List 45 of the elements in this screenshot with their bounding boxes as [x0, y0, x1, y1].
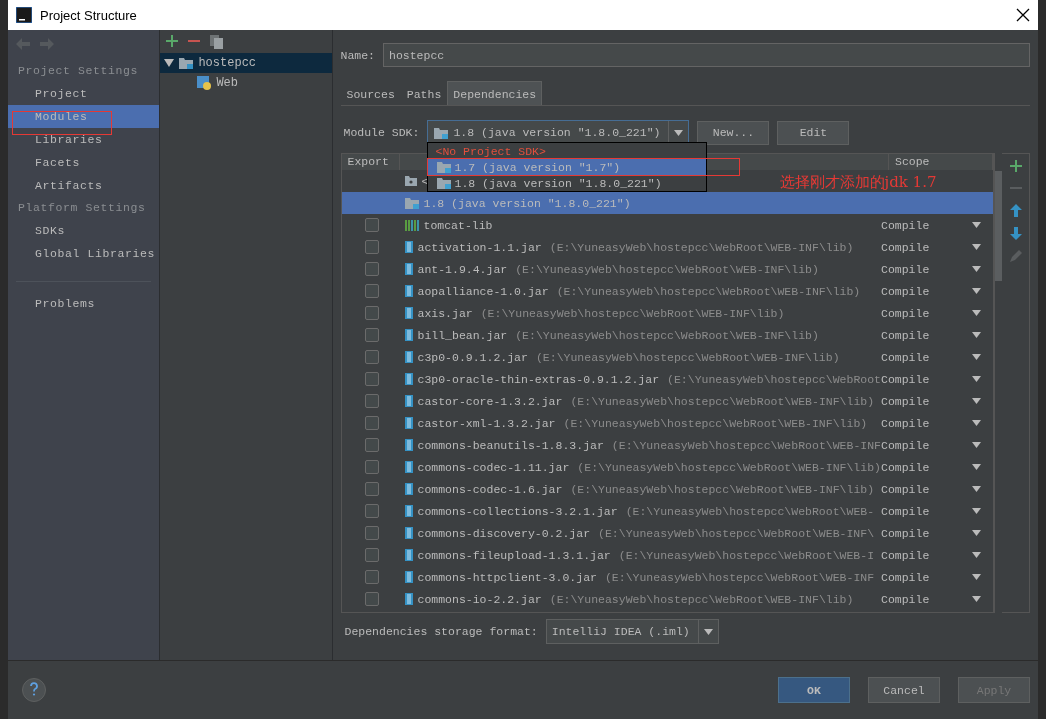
- dependency-name: bill_bean.jar: [417, 328, 508, 342]
- dependency-path: (E:\YuneasyWeb\hostepcc\WebRoot\WEB-INF\lib): [549, 592, 854, 606]
- dependency-path: (E:\YuneasyWeb\hostepcc\WebRoot\WEB-I: [618, 548, 875, 562]
- column-header: Scope: [889, 154, 993, 170]
- dependency-name: tomcat-lib: [423, 218, 493, 232]
- dependency-name: commons-collections-3.2.1.jar: [417, 504, 618, 518]
- module-sdk-label: Module SDK:: [343, 126, 420, 139]
- dependency-path: (E:\YuneasyWeb\hostepcc\WebRoot\WEB-INF\lib): [570, 482, 875, 496]
- dependency-name: commons-discovery-0.2.jar: [417, 526, 591, 540]
- section-title: Platform Settings: [17, 200, 147, 216]
- name-label: Name:: [340, 48, 375, 62]
- dependency-name: commons-beanutils-1.8.3.jar: [417, 438, 604, 452]
- dependency-path: (E:\YuneasyWeb\hostepcc\WebRoot\WEB-INF\lib): [563, 416, 868, 430]
- dependency-path: (E:\YuneasyWeb\hostepcc\WebRoot\WEB-: [625, 504, 875, 518]
- dependency-path: (E:\YuneasyWeb\hostepcc\WebRoot\WEB-INF\lib): [515, 328, 819, 342]
- dependency-path: (E:\YuneasyWeb\hostepcc\WebRoot\WEB-INF\lib): [556, 284, 861, 298]
- column-header: Export: [341, 154, 400, 170]
- dependency-name: c3p0-oracle-thin-extras-0.9.1.2.jar: [417, 372, 660, 386]
- section-title: Project Settings: [17, 63, 140, 79]
- dependency-path: (E:\YuneasyWeb\hostepcc\WebRoot\WEB-INF\lib): [570, 394, 875, 408]
- dependency-name: 1.8 (java version "1.8.0_221"): [423, 196, 631, 210]
- dependency-path: (E:\YuneasyWeb\hostepcc\WebRoot\WEB-INF\lib): [549, 240, 854, 254]
- dependency-name: commons-fileupload-1.3.1.jar: [417, 548, 611, 562]
- dependency-name: c3p0-0.9.1.2.jar: [417, 350, 528, 364]
- window-title: Project Structure: [40, 7, 138, 23]
- dependency-path: (E:\YuneasyWeb\hostepcc\WebRoot\WEB-INF\: [598, 526, 875, 540]
- dependency-path: (E:\YuneasyWeb\hostepcc\WebRoot\WEB-INF: [604, 570, 875, 584]
- dependency-name: axis.jar: [417, 306, 473, 320]
- dependency-path: (E:\YuneasyWeb\hostepcc\WebRoot: [667, 372, 881, 386]
- dependency-name: castor-core-1.3.2.jar: [417, 394, 563, 408]
- annotation-text: 选择刚才添加的jdk 1.7: [779, 173, 937, 192]
- dependency-name: activation-1.1.jar: [417, 240, 542, 254]
- dependency-path: (E:\YuneasyWeb\hostepcc\WebRoot\WEB-INF\lib): [480, 306, 785, 320]
- dependency-name: commons-io-2.2.jar: [417, 592, 542, 606]
- dependency-name: commons-codec-1.11.jar: [417, 460, 570, 474]
- dependency-name: commons-codec-1.6.jar: [417, 482, 563, 496]
- dependency-path: (E:\YuneasyWeb\hostepcc\WebRoot\WEB-INF: [611, 438, 881, 452]
- dependency-name: ant-1.9.4.jar: [417, 262, 508, 276]
- dependency-path: (E:\YuneasyWeb\hostepcc\WebRoot\WEB-INF\lib): [535, 350, 840, 364]
- storage-format-label: Dependencies storage format:: [344, 625, 538, 638]
- dependency-name: aopalliance-1.0.jar: [417, 284, 549, 298]
- dependency-name: commons-httpclient-3.0.jar: [417, 570, 597, 584]
- dependency-name: castor-xml-1.3.2.jar: [417, 416, 556, 430]
- dependency-path: (E:\YuneasyWeb\hostepcc\WebRoot\WEB-INF\lib): [577, 460, 881, 474]
- dependency-path: (E:\YuneasyWeb\hostepcc\WebRoot\WEB-INF\lib): [515, 262, 819, 276]
